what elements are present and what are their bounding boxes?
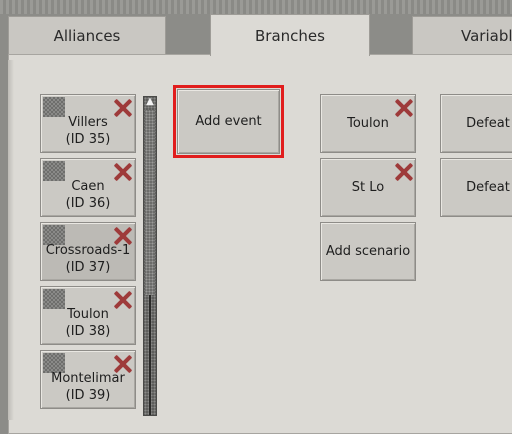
tab-variables-label: Variable — [461, 26, 512, 45]
branch-name: Toulon — [347, 116, 389, 131]
scenario-thumbnail — [43, 161, 65, 181]
scenario-thumbnail — [43, 97, 65, 117]
scenario-name: Montelimar — [51, 371, 125, 386]
outcome-card[interactable]: Defeat — [440, 158, 512, 217]
outcome-label: Defeat — [466, 116, 510, 131]
tab-alliances-label: Alliances — [53, 26, 121, 45]
delete-icon[interactable] — [394, 98, 414, 118]
scenario-card[interactable]: Montelimar (ID 39) — [40, 350, 136, 409]
tab-branches-label: Branches — [255, 26, 325, 45]
scenario-id: (ID 38) — [65, 324, 111, 339]
add-scenario-label: Add scenario — [325, 244, 411, 259]
scenario-name: Toulon — [67, 307, 109, 322]
scenario-card[interactable]: Toulon (ID 38) — [40, 286, 136, 345]
scenario-thumbnail — [43, 225, 65, 245]
branch-card[interactable]: Toulon — [320, 94, 416, 153]
add-scenario-button[interactable]: Add scenario — [320, 222, 416, 281]
scenario-id: (ID 39) — [65, 388, 111, 403]
scroll-up-icon[interactable]: ▲ — [144, 96, 156, 108]
outcome-label: Defeat — [466, 180, 510, 195]
scenario-thumbnail — [43, 353, 65, 373]
scenario-name: Crossroads-1 — [45, 243, 131, 258]
branch-card[interactable]: St Lo — [320, 158, 416, 217]
tab-branches[interactable]: Branches — [210, 14, 370, 56]
scenario-id: (ID 37) — [65, 260, 111, 275]
scrollbar-divider — [149, 295, 151, 415]
outcome-card[interactable]: Defeat — [440, 94, 512, 153]
highlight-box — [173, 85, 284, 158]
scenario-card-selected[interactable]: Crossroads-1 (ID 37) — [40, 222, 136, 281]
tab-alliances[interactable]: Alliances — [8, 16, 166, 54]
top-border — [0, 0, 512, 14]
panel-inner-shadow — [8, 60, 14, 420]
scenario-card[interactable]: Villers (ID 35) — [40, 94, 136, 153]
scenario-id: (ID 36) — [65, 196, 111, 211]
scenario-id: (ID 35) — [65, 132, 111, 147]
scenario-name: Caen — [71, 179, 105, 194]
tab-variables[interactable]: Variable — [412, 16, 512, 54]
scenario-thumbnail — [43, 289, 65, 309]
delete-icon[interactable] — [394, 162, 414, 182]
scenario-name: Villers — [68, 115, 108, 130]
branch-name: St Lo — [351, 180, 385, 195]
scrollbar-thumb[interactable] — [145, 110, 155, 295]
scenario-card[interactable]: Caen (ID 36) — [40, 158, 136, 217]
